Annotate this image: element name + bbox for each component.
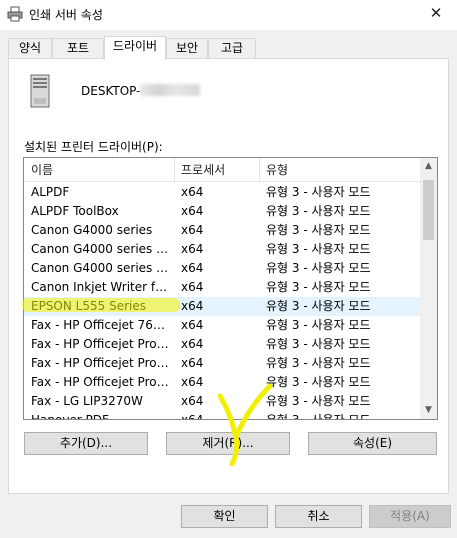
table-row[interactable]: ALPDF ToolBox x64 유형 3 - 사용자 모드 xyxy=(24,202,420,221)
server-name: DESKTOP- xyxy=(81,84,201,98)
table-row[interactable]: Fax - HP Officejet Pro 8... x64 유형 3 - 사용자… xyxy=(24,335,420,354)
driver-type-cell: 유형 3 - 사용자 모드 xyxy=(266,280,371,294)
driver-name-cell: Fax - HP Officejet Pro 8... xyxy=(31,375,171,389)
driver-name-cell: ALPDF xyxy=(31,185,70,199)
driver-type-cell: 유형 3 - 사용자 모드 xyxy=(266,318,371,332)
driver-type-cell: 유형 3 - 사용자 모드 xyxy=(266,204,371,218)
driver-type-cell: 유형 3 - 사용자 모드 xyxy=(266,375,371,389)
driver-name-cell: Canon G4000 series FAX xyxy=(31,242,171,256)
driver-type-cell: 유형 3 - 사용자 모드 xyxy=(266,356,371,370)
driver-name-cell: Hanover PDF xyxy=(31,413,109,420)
processor-cell: x64 xyxy=(181,280,204,294)
driver-name-cell: Canon Inkjet Writer for ... xyxy=(31,280,171,294)
driver-list-label: 설치된 프린터 드라이버(P): xyxy=(24,140,163,154)
processor-cell: x64 xyxy=(181,223,204,237)
processor-cell: x64 xyxy=(181,204,204,218)
tab-drivers[interactable]: 드라이버 xyxy=(104,36,166,60)
title-bar: 인쇄 서버 속성 ✕ xyxy=(0,0,457,30)
driver-type-cell: 유형 3 - 사용자 모드 xyxy=(266,337,371,351)
apply-button[interactable]: 적용(A) xyxy=(369,505,451,528)
column-header-type[interactable]: 유형 xyxy=(259,158,420,182)
scroll-up-icon[interactable]: ▲ xyxy=(420,158,437,175)
table-row[interactable]: Fax - HP Officejet 7610 ... x64 유형 3 - 사용자… xyxy=(24,316,420,335)
window-title: 인쇄 서버 속성 xyxy=(29,8,103,22)
driver-type-cell: 유형 3 - 사용자 모드 xyxy=(266,413,371,420)
highlighter-mark xyxy=(22,298,180,312)
driver-name-cell: Fax - HP Officejet 7610 ... xyxy=(31,318,171,332)
processor-cell: x64 xyxy=(181,242,204,256)
properties-button[interactable]: 속성(E) xyxy=(308,432,437,455)
driver-name-cell: Fax - HP Officejet Pro 8... xyxy=(31,337,171,351)
add-driver-button[interactable]: 추가(D)... xyxy=(24,432,148,455)
scroll-thumb[interactable] xyxy=(423,180,434,240)
processor-cell: x64 xyxy=(181,356,204,370)
table-row[interactable]: Canon G4000 series x64 유형 3 - 사용자 모드 xyxy=(24,221,420,240)
driver-type-cell: 유형 3 - 사용자 모드 xyxy=(266,223,371,237)
driver-type-cell: 유형 3 - 사용자 모드 xyxy=(266,299,371,313)
column-header-processor[interactable]: 프로세서 xyxy=(174,158,259,182)
processor-cell: x64 xyxy=(181,337,204,351)
ok-button[interactable]: 확인 xyxy=(181,505,268,528)
driver-type-cell: 유형 3 - 사용자 모드 xyxy=(266,242,371,256)
processor-cell: x64 xyxy=(181,185,204,199)
tab-ports[interactable]: 포트 xyxy=(52,38,104,59)
close-icon: ✕ xyxy=(429,4,443,22)
driver-name-cell: Canon G4000 series xyxy=(31,223,153,237)
table-row[interactable]: Canon G4000 series FAX x64 유형 3 - 사용자 모드 xyxy=(24,240,420,259)
column-header-name[interactable]: 이름 xyxy=(24,158,174,182)
table-row[interactable]: ALPDF x64 유형 3 - 사용자 모드 xyxy=(24,183,420,202)
driver-type-cell: 유형 3 - 사용자 모드 xyxy=(266,394,371,408)
processor-cell: x64 xyxy=(181,299,204,313)
scribble-y-annotation xyxy=(218,383,273,467)
driver-name-cell: Fax - HP Officejet Pro 8... xyxy=(31,356,171,370)
tab-advanced[interactable]: 고급 xyxy=(208,38,256,59)
table-row[interactable]: Fax - HP Officejet Pro 8... x64 유형 3 - 사용자… xyxy=(24,354,420,373)
driver-type-cell: 유형 3 - 사용자 모드 xyxy=(266,185,371,199)
scroll-down-icon[interactable]: ▼ xyxy=(420,402,437,419)
driver-name-cell: Fax - LG LIP3270W xyxy=(31,394,143,408)
tab-forms[interactable]: 양식 xyxy=(8,38,52,59)
vertical-scrollbar[interactable]: ▲ ▼ xyxy=(420,158,437,419)
table-row[interactable]: Canon G4000 series XPS x64 유형 3 - 사용자 모드 xyxy=(24,259,420,278)
cancel-button[interactable]: 취소 xyxy=(275,505,362,528)
printer-icon xyxy=(7,6,23,22)
processor-cell: x64 xyxy=(181,318,204,332)
list-header: 이름 프로세서 유형 xyxy=(24,158,420,182)
driver-name-cell: ALPDF ToolBox xyxy=(31,204,119,218)
table-row[interactable]: Canon Inkjet Writer for ... x64 유형 3 - 사용자… xyxy=(24,278,420,297)
driver-name-cell: Canon G4000 series XPS xyxy=(31,261,171,275)
server-tower-icon xyxy=(30,74,50,108)
tab-security[interactable]: 보안 xyxy=(166,38,208,59)
driver-type-cell: 유형 3 - 사용자 모드 xyxy=(266,261,371,275)
redacted-text xyxy=(140,84,201,96)
processor-cell: x64 xyxy=(181,261,204,275)
close-button[interactable]: ✕ xyxy=(421,0,451,28)
